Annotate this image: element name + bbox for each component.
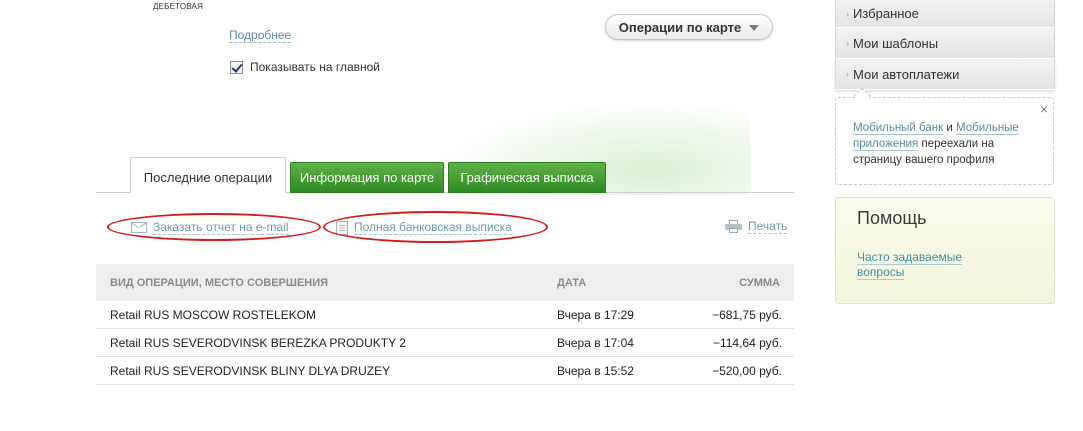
tab-card-info[interactable]: Информация по карте <box>290 162 444 193</box>
sidebar-item-autopayments[interactable]: › Мои автоплатежи <box>835 59 1055 90</box>
chevron-right-icon: › <box>846 8 849 19</box>
email-report-label: Заказать отчет на e-mail <box>153 220 289 235</box>
envelope-icon <box>131 222 147 233</box>
sidebar-item-templates[interactable]: › Мои шаблоны <box>835 28 1055 59</box>
close-icon[interactable]: × <box>1040 102 1048 116</box>
faq-link[interactable]: Часто задаваемые вопросы <box>857 250 963 280</box>
row-amount: −681,75 руб. <box>712 307 782 322</box>
more-details-link[interactable]: Подробнее <box>229 28 292 43</box>
table-header: ВИД ОПЕРАЦИИ, МЕСТО СОВЕРШЕНИЯ ДАТА СУММ… <box>96 264 794 301</box>
print-link[interactable]: Печать <box>725 219 788 234</box>
print-label: Печать <box>748 219 788 234</box>
printer-icon <box>725 220 742 233</box>
row-operation: Retail RUS SEVERODVINSK BEREZKA PRODUKTY… <box>110 335 406 350</box>
show-on-main-option[interactable]: Показывать на главной <box>230 60 380 74</box>
sidebar-item-label: Мои шаблоны <box>853 35 939 51</box>
sidebar-item-label: Мои автоплатежи <box>853 66 960 82</box>
chevron-right-icon: › <box>846 69 849 79</box>
tab-graphic-statement[interactable]: Графическая выписка <box>448 162 606 193</box>
help-title: Помощь <box>857 208 927 228</box>
card-type-label: ДЕБЕТОВАЯ <box>153 2 204 11</box>
card-operations-button[interactable]: Операции по карте <box>605 14 773 40</box>
header-date: ДАТА <box>557 276 587 289</box>
document-icon <box>336 220 348 235</box>
row-date: Вчера в 15:52 <box>557 363 634 378</box>
sidebar-item-label: Избранное <box>853 6 919 21</box>
row-date: Вчера в 17:04 <box>557 335 634 350</box>
email-report-link[interactable]: Заказать отчет на e-mail <box>131 220 289 235</box>
help-box: Помощь Часто задаваемые вопросы <box>835 197 1055 304</box>
header-amount: СУММА <box>739 276 780 289</box>
full-statement-label: Полная банковская выписка <box>354 220 512 235</box>
mobile-bank-notice: × Мобильный банк и Мобильные приложения … <box>835 97 1054 185</box>
full-statement-link[interactable]: Полная банковская выписка <box>336 220 512 235</box>
table-row[interactable]: Retail RUS SEVERODVINSK BEREZKA PRODUKTY… <box>96 329 794 357</box>
chevron-down-icon <box>749 25 760 31</box>
row-amount: −114,64 руб. <box>712 335 782 350</box>
header-operation: ВИД ОПЕРАЦИИ, МЕСТО СОВЕРШЕНИЯ <box>110 276 329 289</box>
row-date: Вчера в 17:29 <box>557 307 634 322</box>
show-on-main-checkbox[interactable] <box>230 60 243 74</box>
table-row[interactable]: Retail RUS SEVERODVINSK BLINY DLYA DRUZE… <box>96 357 794 385</box>
notice-and: и <box>946 122 953 134</box>
sidebar-menu: › Избранное › Мои шаблоны › Мои автоплат… <box>835 0 1055 90</box>
show-on-main-label: Показывать на главной <box>250 60 381 74</box>
tab-recent-operations[interactable]: Последние операции <box>130 157 286 193</box>
chevron-right-icon: › <box>846 38 849 48</box>
mobile-bank-link[interactable]: Мобильный банк <box>853 122 944 135</box>
card-operations-label: Операции по карте <box>618 19 742 35</box>
row-operation: Retail RUS SEVERODVINSK BLINY DLYA DRUZE… <box>110 363 391 378</box>
row-operation: Retail RUS MOSCOW ROSTELEKOM <box>110 307 317 322</box>
row-amount: −520,00 руб. <box>712 363 782 378</box>
table-row[interactable]: Retail RUS MOSCOW ROSTELEKOM Вчера в 17:… <box>96 301 794 329</box>
sidebar-item-favorites[interactable]: › Избранное <box>835 0 1055 28</box>
operations-table: ВИД ОПЕРАЦИИ, МЕСТО СОВЕРШЕНИЯ ДАТА СУММ… <box>96 264 794 385</box>
